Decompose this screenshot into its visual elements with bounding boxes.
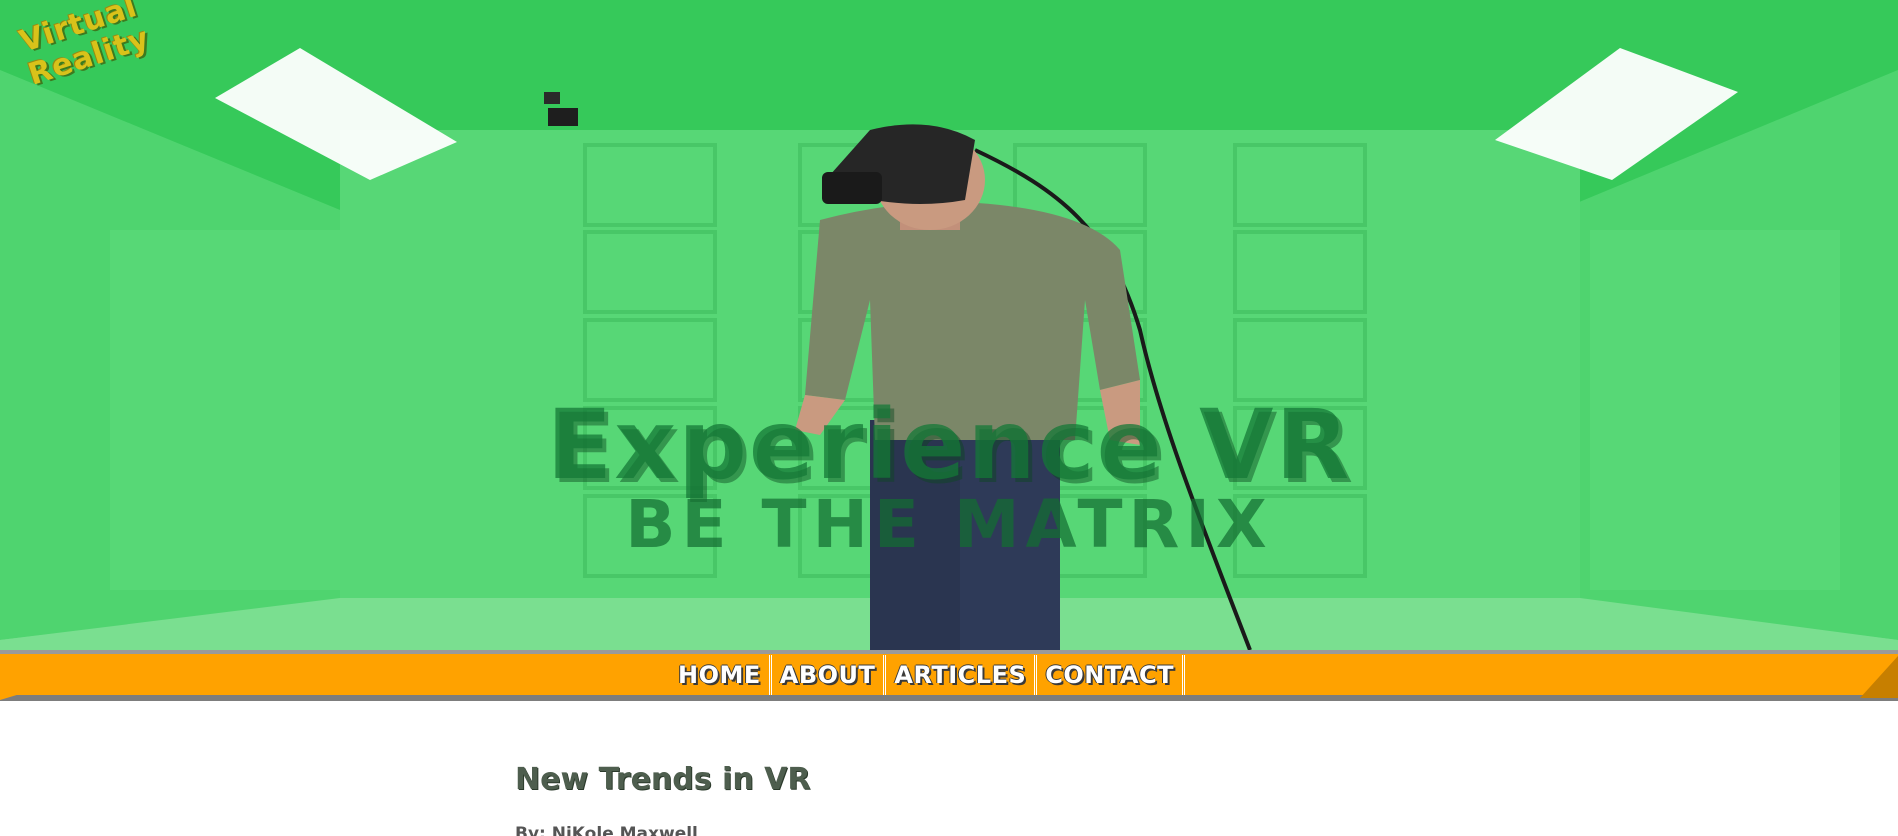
- nav-item-about[interactable]: ABOUT: [772, 655, 887, 695]
- nav-item-articles[interactable]: ARTICLES: [886, 655, 1038, 695]
- nav-item-contact[interactable]: CONTACT: [1037, 655, 1185, 695]
- main-nav: HOME ABOUT ARTICLES CONTACT: [670, 654, 1185, 696]
- nav-corner-right: [1860, 656, 1898, 698]
- hero-subtitle: BE THE MATRIX: [625, 486, 1273, 563]
- page: Virtual Reality Experience VR BE THE MAT…: [0, 0, 1898, 836]
- nav-item-home[interactable]: HOME: [670, 655, 772, 695]
- hero-banner: Virtual Reality Experience VR BE THE MAT…: [0, 0, 1898, 650]
- nav-corner-left: [0, 688, 40, 700]
- article-title: New Trends in VR: [515, 762, 811, 797]
- article-byline: By: NiKole Maxwell: [515, 824, 698, 836]
- hero-title: Experience VR: [546, 389, 1352, 501]
